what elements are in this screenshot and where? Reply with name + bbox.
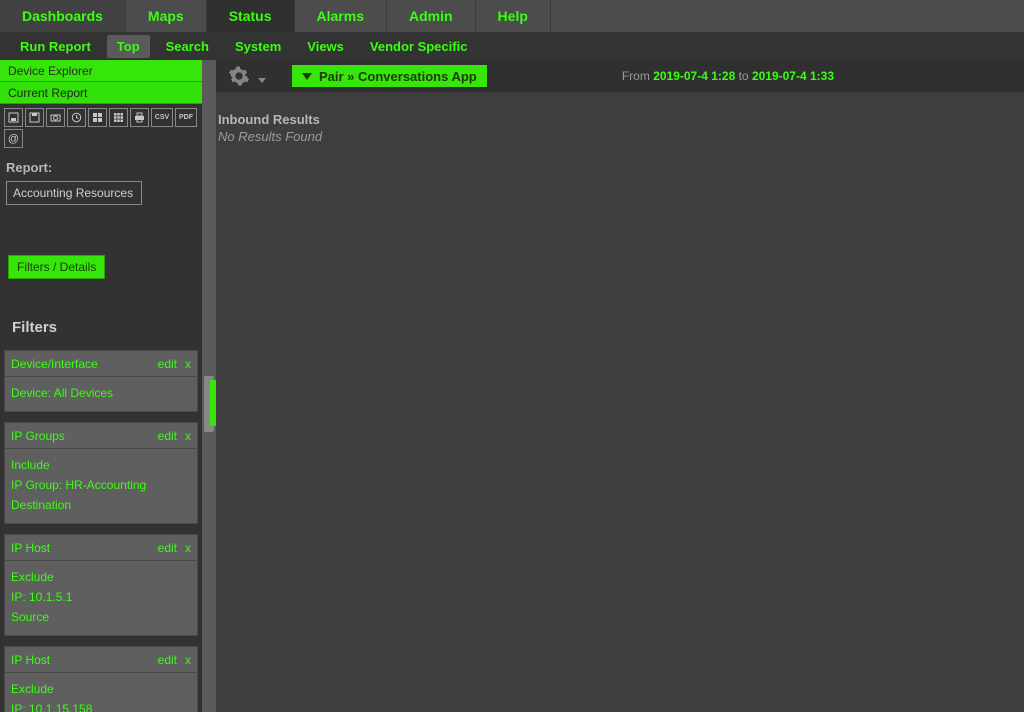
subnav-run-report[interactable]: Run Report <box>10 35 101 58</box>
email-icon[interactable]: @ <box>4 129 23 148</box>
vertical-scrollbar[interactable] <box>202 60 216 712</box>
print-icon[interactable] <box>130 108 149 127</box>
filter-line: Exclude <box>11 567 191 587</box>
grid-small-icon[interactable] <box>88 108 107 127</box>
filter-line: Exclude <box>11 679 191 699</box>
filter-block-device-interface: Device/Interface edit x Device: All Devi… <box>4 350 198 412</box>
subnav-search[interactable]: Search <box>156 35 219 58</box>
scrollbar-accent <box>210 380 216 426</box>
filter-title: IP Host <box>11 541 50 555</box>
subnav-top[interactable]: Top <box>107 35 150 58</box>
grid-large-icon[interactable] <box>109 108 128 127</box>
filter-edit-link[interactable]: edit <box>158 653 177 667</box>
filter-title: IP Groups <box>11 429 65 443</box>
from-value: 2019-07-4 1:28 <box>653 69 735 83</box>
camera-icon[interactable] <box>46 108 65 127</box>
tab-maps[interactable]: Maps <box>126 0 207 32</box>
csv-icon[interactable]: CSV <box>151 108 173 127</box>
left-tab-current-report[interactable]: Current Report <box>0 82 202 104</box>
results-area: Inbound Results No Results Found <box>216 92 1024 144</box>
filter-line: Destination <box>11 495 191 515</box>
left-tab-device-explorer[interactable]: Device Explorer <box>0 60 202 82</box>
time-range: From 2019-07-4 1:28 to 2019-07-4 1:33 <box>622 69 834 83</box>
results-title: Inbound Results <box>216 112 1024 127</box>
triangle-down-icon <box>302 73 312 80</box>
filter-edit-link[interactable]: edit <box>158 429 177 443</box>
filters-heading: Filters <box>12 319 196 336</box>
filter-close-link[interactable]: x <box>185 541 191 555</box>
to-label: to <box>735 69 752 83</box>
subnav-vendor[interactable]: Vendor Specific <box>360 35 478 58</box>
main-panel: Pair » Conversations App From 2019-07-4 … <box>216 60 1024 712</box>
clock-icon[interactable] <box>67 108 86 127</box>
gear-icon[interactable] <box>226 63 252 89</box>
report-label: Report: <box>6 160 196 175</box>
pair-label: Pair » Conversations App <box>319 69 477 84</box>
filter-edit-link[interactable]: edit <box>158 541 177 555</box>
filter-block-ip-host-2: IP Host edit x Exclude IP: 10.1.15.158 S… <box>4 646 198 712</box>
main-header: Pair » Conversations App From 2019-07-4 … <box>216 60 1024 92</box>
filter-line: Source <box>11 607 191 627</box>
tab-alarms[interactable]: Alarms <box>295 0 387 32</box>
filter-title: IP Host <box>11 653 50 667</box>
report-name-input[interactable] <box>6 181 142 205</box>
subnav-views[interactable]: Views <box>297 35 354 58</box>
from-label: From <box>622 69 653 83</box>
filter-close-link[interactable]: x <box>185 357 191 371</box>
left-panel: Device Explorer Current Report <box>0 60 202 712</box>
subnav-system[interactable]: System <box>225 35 291 58</box>
left-tabbar: Device Explorer Current Report <box>0 60 202 104</box>
filter-line: IP: 10.1.15.158 <box>11 699 191 712</box>
report-icon-toolbar: CSV PDF @ <box>0 104 202 150</box>
filter-edit-link[interactable]: edit <box>158 357 177 371</box>
filter-close-link[interactable]: x <box>185 429 191 443</box>
pair-conversations-button[interactable]: Pair » Conversations App <box>292 65 487 87</box>
filter-title: Device/Interface <box>11 357 98 371</box>
tab-dashboards[interactable]: Dashboards <box>0 0 126 32</box>
filter-block-ip-host-1: IP Host edit x Exclude IP: 10.1.5.1 Sour… <box>4 534 198 636</box>
tab-admin[interactable]: Admin <box>387 0 476 32</box>
tab-status[interactable]: Status <box>207 0 295 32</box>
disk-icon[interactable] <box>25 108 44 127</box>
filters-details-button[interactable]: Filters / Details <box>8 255 105 279</box>
tab-help[interactable]: Help <box>476 0 551 32</box>
secondary-nav: Run Report Top Search System Views Vendo… <box>0 32 1024 60</box>
primary-nav: Dashboards Maps Status Alarms Admin Help <box>0 0 1024 32</box>
filter-line: IP: 10.1.5.1 <box>11 587 191 607</box>
results-empty-message: No Results Found <box>216 127 1024 144</box>
filter-line: Include <box>11 455 191 475</box>
filter-line: IP Group: HR-Accounting <box>11 475 191 495</box>
pdf-icon[interactable]: PDF <box>175 108 197 127</box>
filter-line: Device: All Devices <box>11 383 191 403</box>
chevron-down-icon[interactable] <box>258 78 266 83</box>
save-icon[interactable] <box>4 108 23 127</box>
to-value: 2019-07-4 1:33 <box>752 69 834 83</box>
filter-close-link[interactable]: x <box>185 653 191 667</box>
filter-block-ip-groups: IP Groups edit x Include IP Group: HR-Ac… <box>4 422 198 524</box>
